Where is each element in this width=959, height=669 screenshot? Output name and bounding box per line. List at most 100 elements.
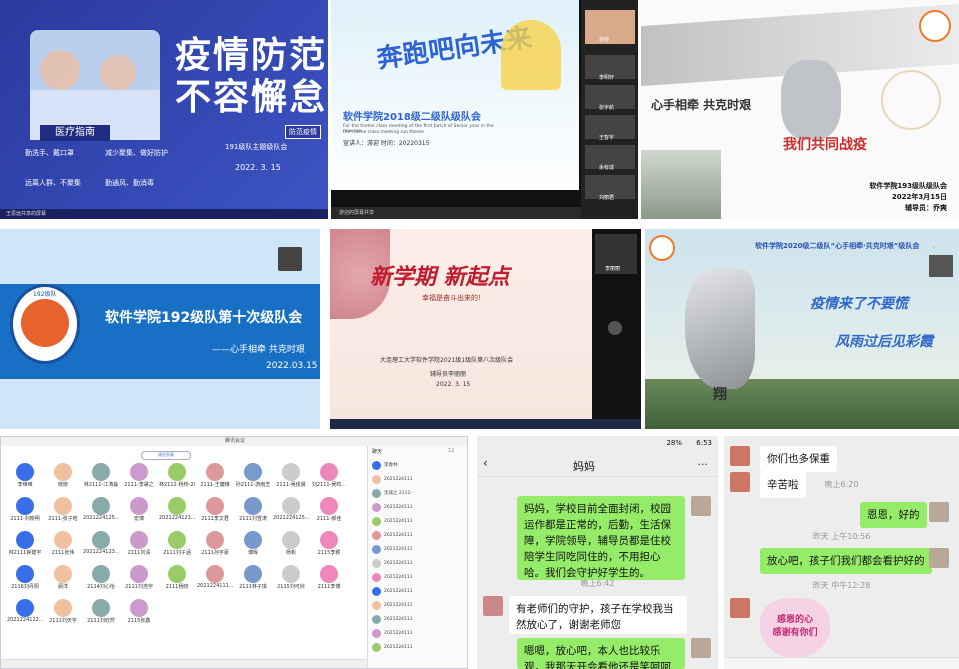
participant-tile[interactable]: 2111-吴俊晨 xyxy=(273,463,309,493)
avatar xyxy=(929,548,949,568)
timestamp: 晚上6:42 xyxy=(580,579,615,588)
participant-tile[interactable]: 2114刘心怡 xyxy=(83,565,119,595)
avatar xyxy=(691,496,711,516)
participant-tile[interactable]: 杨帆 xyxy=(273,531,309,561)
participant-tile[interactable]: 2111李文君 xyxy=(197,497,233,527)
chat-item[interactable]: 2021224111 xyxy=(372,528,467,542)
school-logo xyxy=(649,235,675,261)
participant-panel: 游迎 李明轩 张宇航 王智宇 余有成 刘丽君 xyxy=(581,0,638,219)
chat-item[interactable]: 2021224111 xyxy=(372,584,467,598)
chat-item[interactable]: 2021224111 xyxy=(372,598,467,612)
participant-tile[interactable]: 2111刘雪涛 xyxy=(235,497,271,527)
participant-name: 李维维 xyxy=(17,482,33,488)
participant-tile[interactable]: 2111-刘晓明 xyxy=(7,497,43,527)
chat-item[interactable]: 2021224111 xyxy=(372,556,467,570)
participant-tile[interactable]: 林2111钟建宇 xyxy=(7,531,43,561)
participant-tile[interactable]: 2021224125... xyxy=(273,497,309,527)
meeting-screenshot-run-future: 奔跑吧向未来 软件学院2018级二级队级队会 For the theme cla… xyxy=(331,0,638,219)
participant-tile[interactable]: 2021224121... xyxy=(159,497,195,527)
chat-item-label: 2021224111 xyxy=(384,630,413,636)
participant-tile[interactable]: 2021224111... xyxy=(197,565,233,595)
chat-item[interactable]: 2021224111 xyxy=(372,640,467,654)
participant-name: 2111孙宇豪 xyxy=(201,550,229,556)
participant-name: 2111刘子涵 xyxy=(163,550,191,556)
subtitle: 幸福是奋斗出来的！ xyxy=(422,294,485,302)
participant-tile[interactable]: 2111张伟 xyxy=(45,531,81,561)
msg-2: 有老师们的守护，孩子在学校我当然放心了，谢谢老师您 xyxy=(509,596,687,634)
participant-tile[interactable]: 2021224125... xyxy=(83,497,119,527)
participant-tile[interactable]: 2115刘可欣 xyxy=(273,565,309,595)
chat-item-label: 2021224111 xyxy=(384,644,413,650)
landscape xyxy=(641,150,721,219)
chat-item-label: 沈诚之 2111- xyxy=(384,491,413,496)
chat-item-label: 2021224111 xyxy=(384,616,413,622)
avatar xyxy=(54,463,72,481)
participant-tile[interactable]: 2111刘子涵 xyxy=(159,531,195,561)
participant-tile[interactable]: 2111孙宇豪 xyxy=(197,531,233,561)
chat-item[interactable]: 沈诚之 2111- xyxy=(372,486,467,500)
participant-tile[interactable]: 2111李博 xyxy=(311,565,347,595)
participant-name: 2111刘浩宇 xyxy=(125,584,153,590)
participant-tile[interactable]: 2116刘丹阳 xyxy=(7,565,43,595)
participant-tile[interactable]: 2111刘清 xyxy=(121,531,157,561)
more-icon[interactable]: ··· xyxy=(698,458,709,471)
chat-item[interactable]: 李春林 xyxy=(372,458,467,472)
participant-tile[interactable]: 2111林子琪 xyxy=(235,565,271,595)
participant-tile[interactable]: 2111-李晟之 xyxy=(121,463,157,493)
participant-name: 2021224121... xyxy=(159,515,195,521)
participant-tile[interactable]: 顾洋 xyxy=(45,565,81,595)
participant-tile[interactable]: 宏博 xyxy=(121,497,157,527)
participant-tile[interactable]: 2111刘欣然 xyxy=(83,599,119,629)
participant-tile[interactable]: 2115李颖 xyxy=(311,531,347,561)
msg-3: 嗯嗯，放心吧，本人也比较乐观，我那天开会看他还是笑呵呵 xyxy=(517,638,685,669)
mic-icon[interactable] xyxy=(608,321,622,335)
sculpture-illustration xyxy=(781,60,841,140)
participant-tile[interactable]: 2115张鑫 xyxy=(121,599,157,629)
participant-tile[interactable]: 2111杨晓 xyxy=(159,565,195,595)
tencent-meeting-grid: 腾讯会议 成员列表 李维维 晓晓 林2111-江涛淼 2111-李晟之 林2112-杨桥… xyxy=(0,436,468,669)
participant-tile[interactable]: 刘2111-吴鸣... xyxy=(311,463,347,493)
participant-tile[interactable]: 2111刘天宇 xyxy=(45,599,81,629)
tab-members[interactable]: 成员列表 xyxy=(141,451,191,460)
participant-tile[interactable]: 林2112-杨桥-202... xyxy=(159,463,195,493)
chat-item[interactable]: 2021224111 xyxy=(372,570,467,584)
participant-name: 2114刘心怡 xyxy=(87,584,115,590)
chat-item[interactable]: 2021224111 xyxy=(372,542,467,556)
taskbar xyxy=(330,419,641,429)
avatar xyxy=(168,531,186,549)
participant-name: 2116刘丹阳 xyxy=(11,584,39,590)
participant-tile[interactable]: 李维维 xyxy=(7,463,43,493)
input-bar[interactable] xyxy=(724,657,959,669)
participant-tile[interactable]: 2111-郝佳 xyxy=(311,497,347,527)
chat-item[interactable]: 2021224111 xyxy=(372,500,467,514)
msg-1: 妈妈，学校目前全面封闭，校园运作都是正常的，后勤，生活保障，学院领导，辅导员都是… xyxy=(517,496,685,580)
badge: 防范疫情 xyxy=(285,125,321,139)
participant-tile[interactable]: 2111-张子晗 xyxy=(45,497,81,527)
participant-tile[interactable]: 林2111-江涛淼 xyxy=(83,463,119,493)
chat-item[interactable]: 2021224111 xyxy=(372,514,467,528)
participant-tile[interactable]: 2111刘浩宇 xyxy=(121,565,157,595)
participant-name: 2115张鑫 xyxy=(127,618,151,624)
chat-item[interactable]: 2021224111 xyxy=(372,472,467,486)
avatar xyxy=(929,502,949,522)
participant-tile[interactable]: 2021224123... xyxy=(83,531,119,561)
toolbar xyxy=(1,659,367,668)
timestamp: 昨天 上午10:56 xyxy=(812,532,871,541)
participant-tile[interactable]: 孙2111-游雨芝 xyxy=(235,463,271,493)
meeting-screenshot-epidemic: 医疗指南 疫情防范 不容懈怠 191级队主题级队会 2022. 3. 15 防范疫… xyxy=(0,0,328,219)
participant-name: 刘2111-吴鸣... xyxy=(311,482,347,488)
avatar xyxy=(92,599,110,617)
participant-tile[interactable]: 晓晓 xyxy=(45,463,81,493)
chat-item-label: 2021224111 xyxy=(384,602,413,608)
caption3: 辅导员：乔爽 xyxy=(905,204,947,212)
participant-tile[interactable]: 2021224122... xyxy=(7,599,43,629)
participant-tile[interactable]: 博晖 xyxy=(235,531,271,561)
chat-item[interactable]: 2021224111 xyxy=(372,626,467,640)
avatar xyxy=(244,497,262,515)
back-icon[interactable]: ‹ xyxy=(483,456,488,470)
participant-grid: 李维维 晓晓 林2111-江涛淼 2111-李晟之林2112-杨桥-202... 211… xyxy=(7,463,357,658)
participant-tile[interactable]: 2111-王婕琳 xyxy=(197,463,233,493)
chat-item[interactable]: 2021224111 xyxy=(372,612,467,626)
meeting-screenshot-epidemic-no-panic: 翔 软件学院2020级二级队“心手相牵·共克时艰”级队会 疫情来了不要慌 风雨过… xyxy=(645,229,959,429)
line3: 2022. 3. 15 xyxy=(436,381,471,388)
